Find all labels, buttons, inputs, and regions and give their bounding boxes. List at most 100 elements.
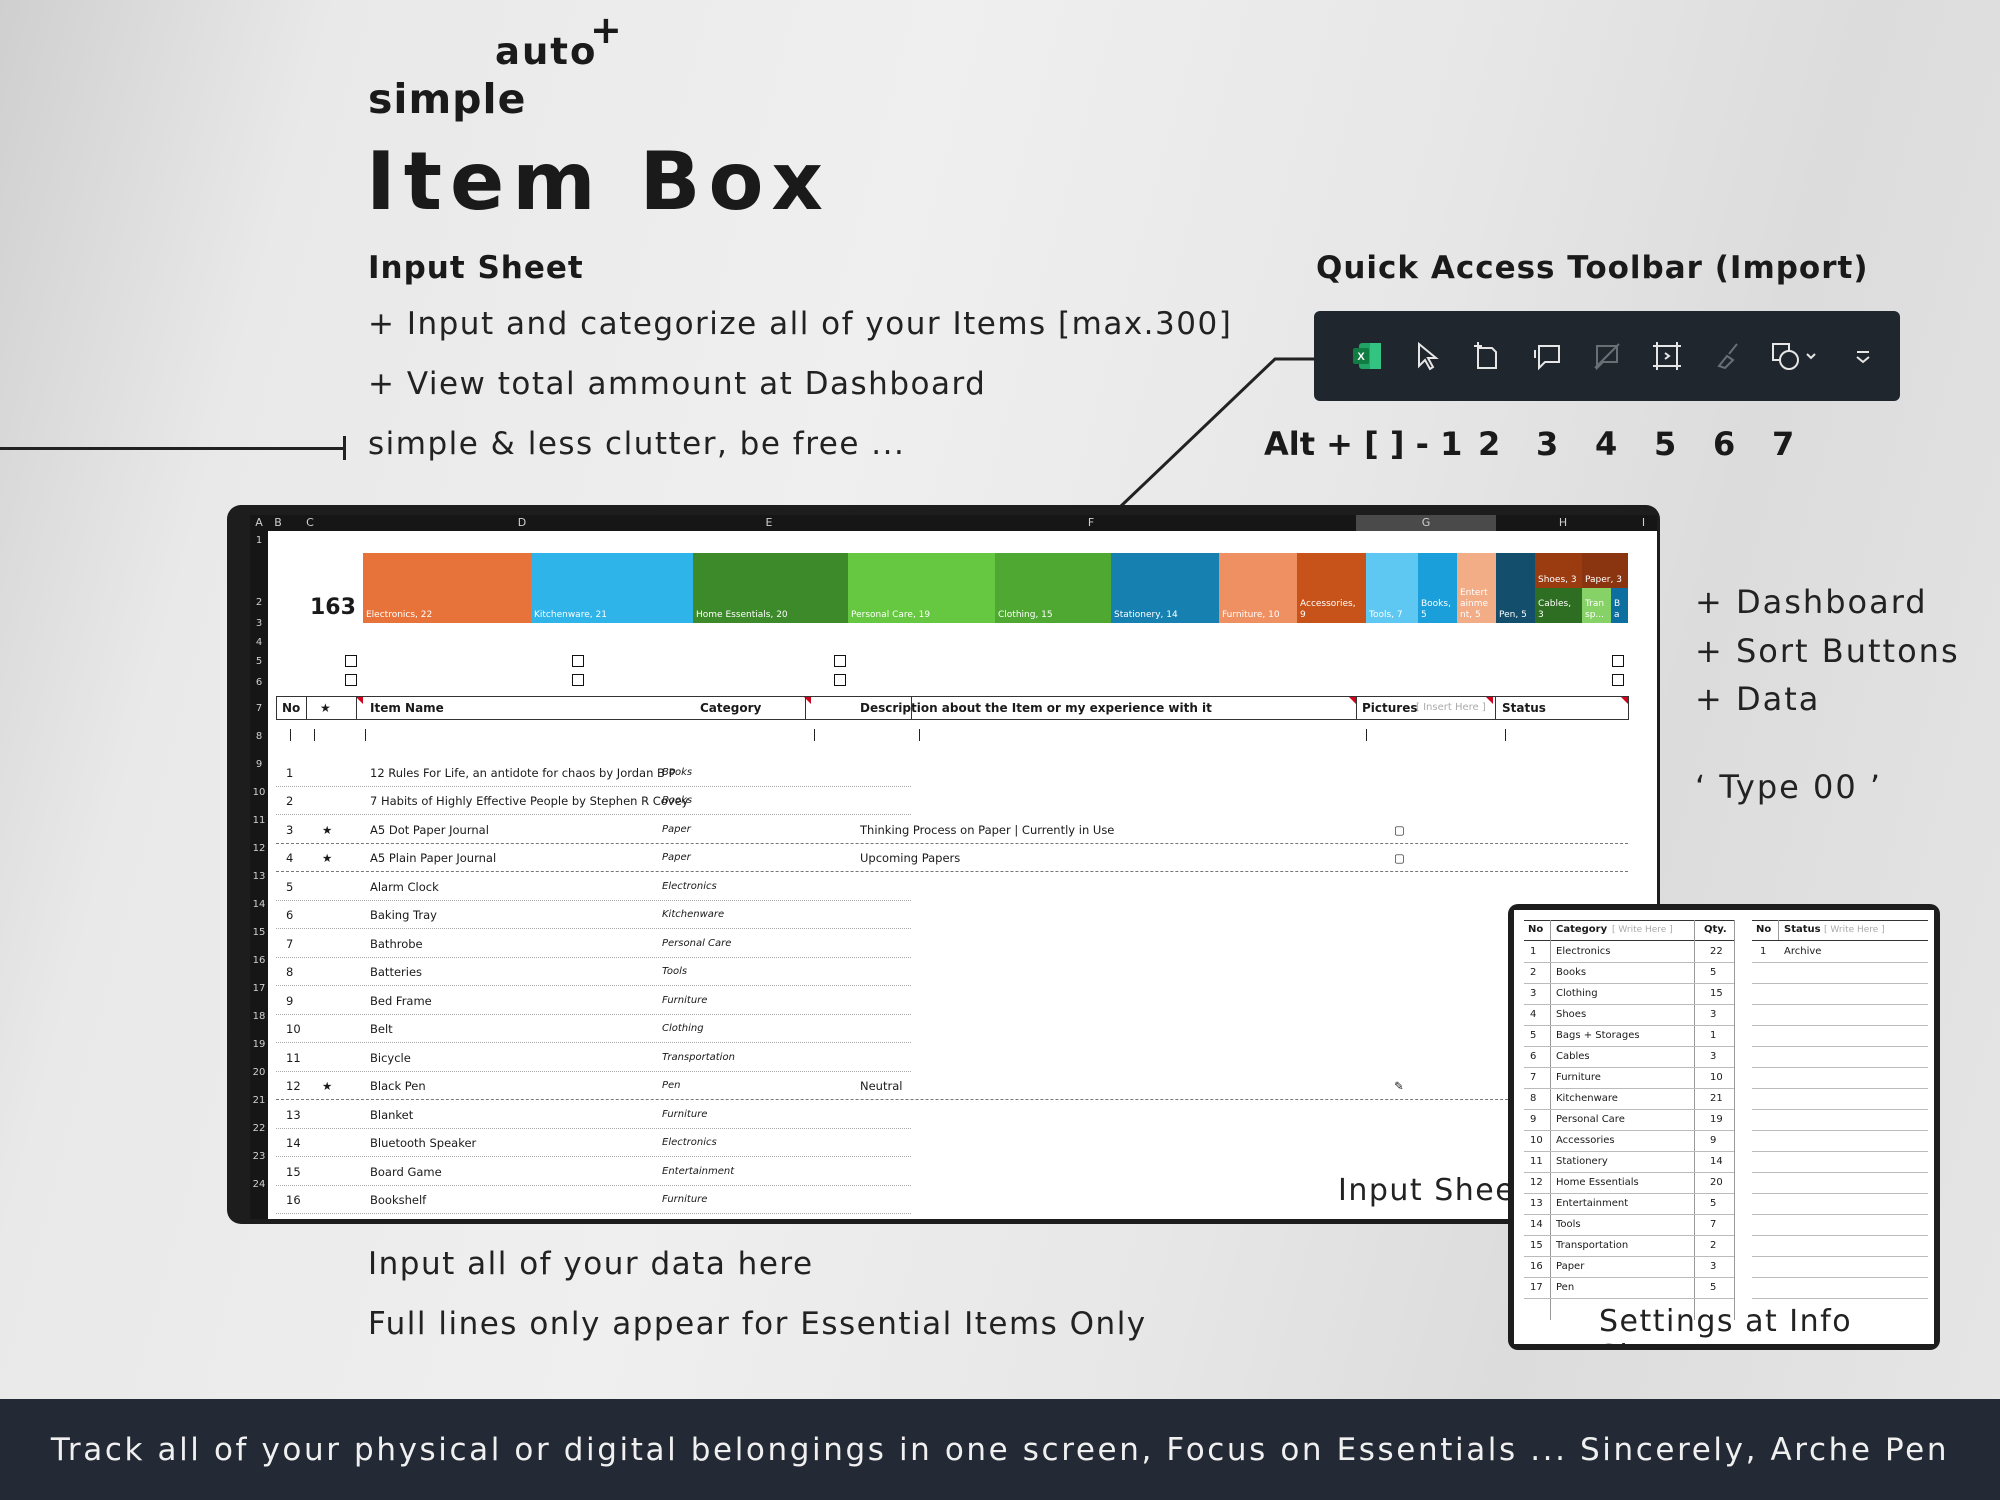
row-category[interactable]: Books [662,795,692,806]
info-row-no[interactable]: 6 [1530,1051,1536,1062]
header-category[interactable]: Category [700,701,761,715]
info-row-no[interactable]: 12 [1530,1177,1543,1188]
shapes-icon[interactable] [1764,333,1826,379]
row-star[interactable]: ★ [322,823,332,837]
sort-checkbox[interactable] [834,674,846,686]
row-item-name[interactable]: Bathrobe [370,937,423,951]
row-number[interactable]: 21 [250,1095,268,1106]
info-row-qty[interactable]: 15 [1710,988,1723,999]
info-row-no[interactable]: 4 [1530,1009,1536,1020]
table-row[interactable]: 7 Bathrobe Personal Care [276,929,1628,957]
row-no[interactable]: 14 [286,1136,301,1150]
row-no[interactable]: 7 [286,937,293,951]
row-picture[interactable]: ✎ [1394,1079,1404,1093]
info-header-status-no[interactable]: No [1756,924,1771,935]
row-category[interactable]: Pen [662,1080,681,1091]
row-no[interactable]: 11 [286,1051,301,1065]
table-row[interactable]: 11 Bicycle Transportation [276,1043,1628,1071]
header-star[interactable]: ★ [320,701,331,715]
info-row-qty[interactable]: 9 [1710,1135,1716,1146]
customize-icon[interactable] [1840,333,1886,379]
info-row-category[interactable]: Pen [1556,1282,1574,1293]
row-no[interactable]: 4 [286,851,293,865]
row-number[interactable]: 14 [250,899,268,910]
info-row-no[interactable]: 13 [1530,1198,1543,1209]
info-header-category[interactable]: Category [1556,924,1607,935]
status-row-no[interactable]: 1 [1760,946,1766,957]
info-row-category[interactable]: Paper [1556,1261,1584,1272]
row-category[interactable]: Transportation [662,1052,735,1063]
row-category[interactable]: Kitchenware [662,909,724,920]
row-star[interactable]: ★ [322,851,332,865]
row-category[interactable]: Furniture [662,995,707,1006]
row-description[interactable]: Upcoming Papers [860,851,960,865]
row-category[interactable]: Paper [662,824,691,835]
new-note-icon[interactable] [1464,333,1510,379]
row-number[interactable]: 15 [250,927,268,938]
row-no[interactable]: 9 [286,994,293,1008]
info-row-qty[interactable]: 1 [1710,1030,1716,1041]
info-row-category[interactable]: Shoes [1556,1009,1586,1020]
table-row[interactable]: 13 Blanket Furniture [276,1100,1628,1128]
info-row-no[interactable]: 1 [1530,946,1536,957]
info-row-no[interactable]: 8 [1530,1093,1536,1104]
row-item-name[interactable]: Board Game [370,1165,442,1179]
info-row-category[interactable]: Electronics [1556,946,1611,957]
info-row-category[interactable]: Personal Care [1556,1114,1625,1125]
info-row-qty[interactable]: 10 [1710,1072,1723,1083]
row-number[interactable]: 16 [250,955,268,966]
info-row-qty[interactable]: 21 [1710,1093,1723,1104]
table-row[interactable]: 4 ★ A5 Plain Paper Journal Paper Upcoming Pa… [276,843,1628,871]
row-number[interactable]: 5 [250,656,268,667]
info-row-no[interactable]: 9 [1530,1114,1536,1125]
select-cursor-icon[interactable] [1404,333,1450,379]
info-row-category[interactable]: Cables [1556,1051,1590,1062]
column-h[interactable]: H [1496,516,1630,529]
info-row-category[interactable]: Stationery [1556,1156,1608,1167]
info-row-qty[interactable]: 3 [1710,1051,1716,1062]
info-row-no[interactable]: 5 [1530,1030,1536,1041]
column-c[interactable]: C [288,516,332,529]
info-row-qty[interactable]: 5 [1710,1282,1716,1293]
row-category[interactable]: Furniture [662,1109,707,1120]
table-row[interactable]: 3 ★ A5 Dot Paper Journal Paper Thinking Proc… [276,815,1628,843]
table-row[interactable]: 2 7 Habits of Highly Effective People by … [276,786,1628,814]
row-star[interactable]: ★ [322,1079,332,1093]
table-row[interactable]: 6 Baking Tray Kitchenware [276,900,1628,928]
row-category[interactable]: Tools [662,966,687,977]
row-number[interactable]: 2 [250,597,268,608]
row-number[interactable]: 4 [250,637,268,648]
info-row-category[interactable]: Kitchenware [1556,1093,1618,1104]
row-item-name[interactable]: A5 Plain Paper Journal [370,851,496,865]
row-number[interactable]: 19 [250,1039,268,1050]
column-i[interactable]: I [1630,516,1657,529]
row-item-name[interactable]: Alarm Clock [370,880,439,894]
sort-checkbox[interactable] [1612,674,1624,686]
table-row[interactable]: 10 Belt Clothing [276,1014,1628,1042]
info-row-no[interactable]: 2 [1530,967,1536,978]
info-row-qty[interactable]: 2 [1710,1240,1716,1251]
info-row-category[interactable]: Bags + Storages [1556,1030,1640,1041]
row-no[interactable]: 13 [286,1108,301,1122]
comment-icon[interactable] [1524,333,1570,379]
row-no[interactable]: 12 [286,1079,301,1093]
row-no[interactable]: 6 [286,908,293,922]
column-a[interactable]: A [250,516,268,529]
table-row[interactable]: 17BowlKitchenware [276,1214,1628,1220]
header-description[interactable]: Description about the Item or my experie… [860,701,1212,715]
info-row-qty[interactable]: 3 [1710,1261,1716,1272]
row-no[interactable]: 16 [286,1193,301,1207]
row-number[interactable]: 17 [250,983,268,994]
info-row-no[interactable]: 10 [1530,1135,1543,1146]
info-row-category[interactable]: Clothing [1556,988,1598,999]
row-no[interactable]: 15 [286,1165,301,1179]
sort-checkbox[interactable] [345,655,357,667]
column-g[interactable]: G [1356,516,1496,529]
row-number[interactable]: 10 [250,787,268,798]
header-item-name[interactable]: Item Name [370,701,444,715]
info-row-no[interactable]: 14 [1530,1219,1543,1230]
row-number[interactable]: 20 [250,1067,268,1078]
row-item-name[interactable]: 7 Habits of Highly Effective People by S… [370,794,689,808]
row-description[interactable]: Neutral [860,1079,902,1093]
row-category[interactable]: Electronics [662,1137,717,1148]
